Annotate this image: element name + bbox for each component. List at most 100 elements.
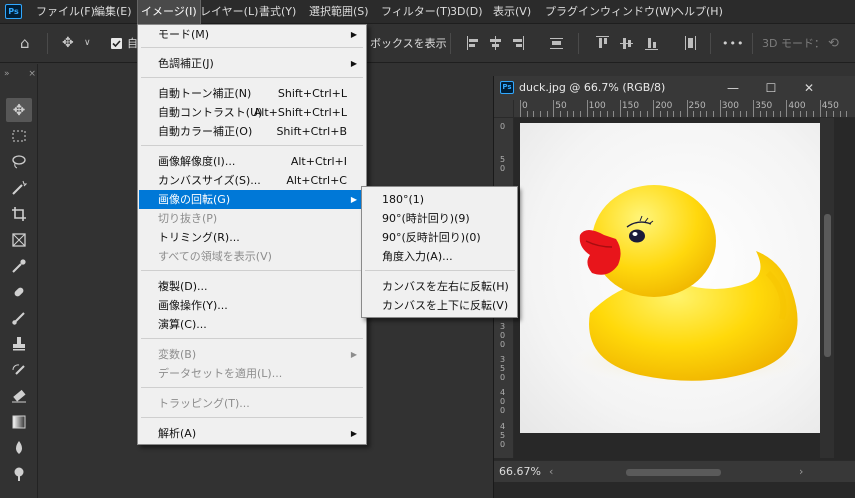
scroll-right-icon[interactable]: ›: [799, 461, 803, 483]
close-document-button[interactable]: ✕: [792, 76, 826, 100]
submenu-item-rotate-180[interactable]: 180°(1): [363, 190, 516, 209]
horizontal-ruler[interactable]: 0 50 100 150 200 250 300 350 400 450: [514, 100, 855, 118]
align-middle-v-icon[interactable]: [620, 36, 633, 50]
menu-item-apply-image[interactable]: 画像操作(Y)...: [139, 296, 365, 315]
menu-edit[interactable]: 編集(E): [91, 0, 135, 24]
3d-orbit-icon[interactable]: ⟲: [828, 24, 839, 63]
ruler-label: 350: [500, 355, 506, 383]
move-icon[interactable]: ✥: [6, 98, 32, 122]
ruler-tick: [819, 100, 821, 117]
ruler-label: 0: [500, 122, 506, 131]
vertical-scrollbar[interactable]: [820, 118, 834, 458]
history-brush-icon[interactable]: [6, 358, 32, 382]
menu-help[interactable]: ヘルプ(H): [670, 0, 726, 24]
menu-item-calculations[interactable]: 演算(C)...: [139, 315, 365, 334]
menu-item-auto-color[interactable]: 自動カラー補正(O) Shift+Ctrl+B: [139, 122, 365, 141]
menu-image[interactable]: イメージ(I): [137, 0, 201, 24]
menu-view[interactable]: 表示(V): [490, 0, 534, 24]
menu-item-adjustments[interactable]: 色調補正(J) ▶: [139, 54, 365, 73]
ruler-tick: [553, 100, 555, 117]
lasso-icon[interactable]: [6, 150, 32, 174]
menu-item-image-rotation[interactable]: 画像の回転(G) ▶: [139, 190, 365, 209]
submenu-item-flip-horizontal[interactable]: カンバスを左右に反転(H): [363, 277, 516, 296]
auto-select-checkbox[interactable]: [111, 38, 122, 49]
menu-item-image-size[interactable]: 画像解像度(I)... Alt+Ctrl+I: [139, 152, 365, 171]
align-right-icon[interactable]: [511, 36, 524, 50]
dodge-icon[interactable]: [6, 462, 32, 486]
horizontal-scrollbar-thumb[interactable]: [626, 469, 721, 476]
stamp-icon[interactable]: [6, 332, 32, 356]
submenu-item-rotate-90-ccw[interactable]: 90°(反時計回り)(0): [363, 228, 516, 247]
ruler-minor-tick: [826, 111, 828, 117]
menu-plugins[interactable]: プラグイン: [542, 0, 603, 24]
close-panel-icon[interactable]: ×: [28, 69, 36, 79]
submenu-item-flip-vertical[interactable]: カンバスを上下に反転(V): [363, 296, 516, 315]
home-icon[interactable]: ⌂: [20, 24, 30, 63]
distribute-h-icon[interactable]: [550, 36, 563, 50]
ruler-origin[interactable]: [494, 100, 514, 118]
menu-item-mode[interactable]: モード(M) ▶: [139, 25, 365, 44]
menu-layer[interactable]: レイヤー(L): [197, 0, 261, 24]
submenu-item-arbitrary[interactable]: 角度入力(A)...: [363, 247, 516, 266]
healing-brush-icon[interactable]: [6, 280, 32, 304]
duck-image: [562, 185, 818, 387]
menu-item-apply-data-set[interactable]: データセットを適用(L)...: [139, 364, 365, 383]
menu-item-analysis[interactable]: 解析(A) ▶: [139, 424, 365, 443]
menu-separator: [141, 417, 363, 418]
menu-window[interactable]: ウィンドウ(W): [597, 0, 677, 24]
distribute-v-icon[interactable]: [684, 36, 697, 50]
zoom-level[interactable]: 66.67%: [499, 461, 541, 483]
menu-item-crop[interactable]: 切り抜き(P): [139, 209, 365, 228]
menu-separator: [141, 145, 363, 146]
crop-icon[interactable]: [6, 202, 32, 226]
align-center-h-icon[interactable]: [489, 36, 502, 50]
gradient-icon[interactable]: [6, 410, 32, 434]
ruler-minor-tick: [626, 111, 628, 117]
minimize-button[interactable]: —: [716, 76, 750, 100]
brush-icon[interactable]: [6, 306, 32, 330]
menu-item-canvas-size[interactable]: カンバスサイズ(S)... Alt+Ctrl+C: [139, 171, 365, 190]
menu-filter[interactable]: フィルター(T): [378, 0, 454, 24]
eyedropper-icon[interactable]: [6, 254, 32, 278]
ruler-minor-tick: [666, 111, 668, 117]
ruler-minor-tick: [599, 111, 601, 117]
move-tool-icon[interactable]: ✥: [62, 24, 74, 63]
menu-item-variables[interactable]: 変数(B) ▶: [139, 345, 365, 364]
ruler-minor-tick: [813, 111, 815, 117]
submenu-arrow-icon: ▶: [350, 30, 357, 39]
scroll-left-icon[interactable]: ‹: [549, 461, 553, 483]
align-bottom-icon[interactable]: [645, 36, 658, 50]
submenu-item-rotate-90-cw[interactable]: 90°(時計回り)(9): [363, 209, 516, 228]
frame-icon[interactable]: [6, 228, 32, 252]
menu-bar: Ps ファイル(F) 編集(E) イメージ(I) レイヤー(L) 書式(Y) 選…: [0, 0, 855, 24]
menu-item-reveal-all[interactable]: すべての領域を表示(V): [139, 247, 365, 266]
ruler-tick: [653, 100, 655, 117]
collapse-icon[interactable]: »: [4, 69, 10, 79]
menu-file[interactable]: ファイル(F): [33, 0, 98, 24]
eraser-icon[interactable]: [6, 384, 32, 408]
chevron-down-icon[interactable]: ∨: [84, 24, 91, 63]
ruler-minor-tick: [639, 111, 641, 117]
align-left-icon[interactable]: [467, 36, 480, 50]
photoshop-logo-icon[interactable]: Ps: [5, 4, 22, 19]
marquee-icon[interactable]: [6, 124, 32, 148]
maximize-button[interactable]: ☐: [754, 76, 788, 100]
menu-type[interactable]: 書式(Y): [256, 0, 299, 24]
document-titlebar[interactable]: Ps duck.jpg @ 66.7% (RGB/8) — ☐ ✕: [494, 76, 855, 100]
ruler-minor-tick: [526, 111, 528, 117]
menu-item-auto-tone[interactable]: 自動トーン補正(N) Shift+Ctrl+L: [139, 84, 365, 103]
blur-icon[interactable]: [6, 436, 32, 460]
show-bounding-box-label[interactable]: ボックスを表示: [370, 24, 447, 63]
image-canvas[interactable]: [520, 123, 820, 433]
vertical-scrollbar-thumb[interactable]: [824, 214, 831, 357]
menu-item-trim[interactable]: トリミング(R)...: [139, 228, 365, 247]
menu-item-auto-contrast[interactable]: 自動コントラスト(U) Alt+Shift+Ctrl+L: [139, 103, 365, 122]
menu-item-trap[interactable]: トラッピング(T)...: [139, 394, 365, 413]
ruler-minor-tick: [566, 111, 568, 117]
menu-3d[interactable]: 3D(D): [447, 0, 486, 24]
magic-wand-icon[interactable]: [6, 176, 32, 200]
menu-select[interactable]: 選択範囲(S): [306, 0, 372, 24]
menu-item-duplicate[interactable]: 複製(D)...: [139, 277, 365, 296]
more-options-icon[interactable]: •••: [722, 24, 744, 63]
align-top-icon[interactable]: [596, 36, 609, 50]
